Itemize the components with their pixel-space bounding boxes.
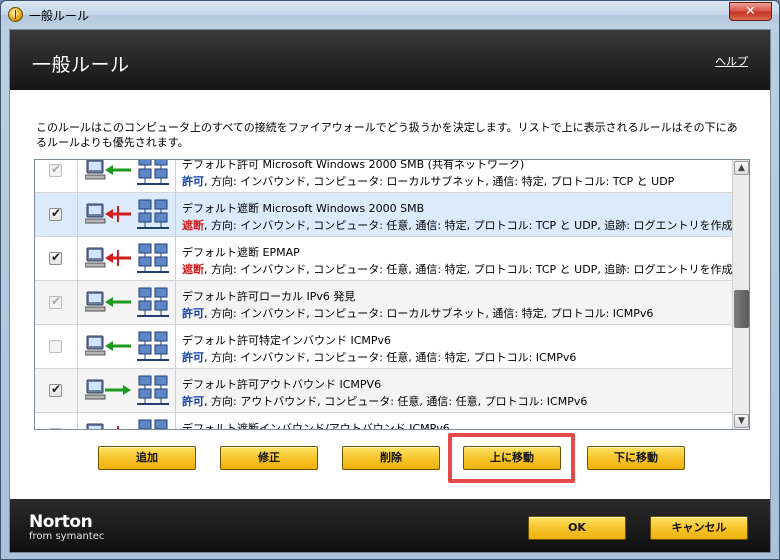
rule-enabled-checkbox[interactable] (49, 206, 62, 221)
network-direction-icon (84, 198, 171, 235)
rule-icon-cell (78, 281, 176, 325)
norton-logo: Norton (29, 512, 93, 532)
rule-detail: 遮断, 方向: インバウンド, コンピュータ: 任意, 通信: 特定, プロトコ… (182, 217, 733, 233)
rule-detail-text: , 方向: インバウンド, コンピュータ: 任意, 通信: 特定, プロトコル:… (204, 351, 577, 364)
rule-detail-text: , 方向: アウトバウンド, コンピュータ: 任意, 通信: 任意, プロトコル… (204, 395, 588, 408)
scroll-up-arrow-icon[interactable]: ▲ (734, 161, 749, 175)
rule-detail: 許可, 方向: インバウンド, コンピュータ: ローカルサブネット, 通信: 特… (182, 305, 653, 321)
rule-row[interactable]: デフォルト遮断 Microsoft Windows 2000 SMB 遮断, 方向… (35, 193, 733, 237)
rule-enabled-checkbox (49, 162, 62, 177)
move-up-button[interactable]: 上に移動 (463, 446, 561, 470)
rule-action: 許可 (182, 175, 204, 188)
rule-detail: 許可, 方向: アウトバウンド, コンピュータ: 任意, 通信: 任意, プロト… (182, 393, 587, 409)
window: 一般ルール ✕ 一般ルール ヘルプ このルールはこのコンピュータ上のすべての接続… (0, 0, 780, 560)
rule-detail-text: , 方向: インバウンド, コンピュータ: 任意, 通信: 特定, プロトコル:… (204, 219, 733, 232)
description-text: このルールはこのコンピュータ上のすべての接続をファイアウォールでどう扱うかを決定… (36, 121, 738, 149)
rule-name: デフォルト許可アウトバウンド ICMPV6 (182, 378, 382, 391)
dialog-footer: Norton from symantec OK キャンセル (10, 499, 770, 552)
rule-name: デフォルト許可 Microsoft Windows 2000 SMB (共有ネッ… (182, 159, 525, 171)
rule-icon-cell (78, 325, 176, 369)
network-direction-icon (84, 242, 171, 279)
rules-list[interactable]: デフォルト許可 Microsoft Windows 2000 SMB (共有ネッ… (34, 159, 750, 430)
rule-name: デフォルト許可ローカル IPv6 発見 (182, 290, 356, 303)
close-button[interactable]: ✕ (729, 2, 772, 21)
scroll-down-arrow-icon[interactable]: ▼ (734, 414, 749, 428)
delete-button[interactable]: 削除 (342, 446, 440, 470)
rule-enabled-checkbox (49, 340, 62, 353)
rule-enabled-checkbox (49, 426, 62, 429)
rules-list-scrollbar[interactable]: ▲ ▼ (732, 160, 749, 429)
rule-icon-cell (78, 237, 176, 281)
rule-row[interactable]: デフォルト許可ローカル IPv6 発見許可, 方向: インバウンド, コンピュー… (35, 281, 732, 325)
rules-list-rows: デフォルト許可 Microsoft Windows 2000 SMB (共有ネッ… (35, 159, 733, 430)
rule-checkbox-cell (35, 369, 78, 413)
network-direction-icon (84, 374, 171, 411)
rule-icon-cell (78, 160, 176, 193)
rule-name: デフォルト許可特定インバウンド ICMPv6 (182, 334, 392, 347)
page-title: 一般ルール (32, 54, 130, 76)
norton-globe-icon (8, 7, 23, 22)
network-direction-icon (84, 286, 171, 323)
rule-action: 遮断 (182, 263, 204, 276)
rule-name: デフォルト遮断 Microsoft Windows 2000 SMB (182, 202, 425, 215)
rule-detail-text: , 方向: インバウンド, コンピュータ: 任意, 通信: 特定, プロトコル:… (204, 263, 733, 276)
norton-logo-subtitle: from symantec (29, 531, 105, 542)
rule-icon-cell (78, 193, 176, 237)
rule-name: デフォルト遮断インバウンド/アウトバウンド ICMPv6 (182, 422, 450, 430)
rule-enabled-checkbox[interactable] (49, 382, 62, 397)
rule-checkbox-cell (35, 237, 78, 281)
rule-row[interactable]: デフォルト許可特定インバウンド ICMPv6 許可, 方向: インバウンド, コン… (35, 325, 732, 369)
rule-enabled-checkbox (49, 294, 62, 309)
dialog-client: 一般ルール ヘルプ このルールはこのコンピュータ上のすべての接続をファイアウォー… (9, 29, 771, 553)
rule-detail: 許可, 方向: インバウンド, コンピュータ: 任意, 通信: 特定, プロトコ… (182, 349, 576, 365)
rule-row[interactable]: デフォルト遮断 EPMAP 遮断, 方向: インバウンド, コンピュータ: 任意,… (35, 237, 733, 281)
rule-icon-cell (78, 369, 176, 413)
rule-action: 許可 (182, 395, 204, 408)
rule-icon-cell (78, 413, 176, 429)
rule-checkbox-cell (35, 193, 78, 237)
rule-detail: 遮断, 方向: インバウンド, コンピュータ: 任意, 通信: 特定, プロトコ… (182, 261, 733, 277)
help-link[interactable]: ヘルプ (715, 53, 748, 69)
rule-row[interactable]: デフォルト許可アウトバウンド ICMPV6 許可, 方向: アウトバウンド, コン… (35, 369, 732, 413)
network-direction-icon (84, 160, 171, 191)
rule-action: 許可 (182, 351, 204, 364)
add-button[interactable]: 追加 (98, 446, 196, 470)
rule-checkbox-cell (35, 160, 78, 193)
ok-button[interactable]: OK (528, 516, 626, 540)
rule-checkbox-cell (35, 325, 78, 369)
edit-button[interactable]: 修正 (220, 446, 318, 470)
network-direction-icon (84, 330, 171, 367)
rule-action: 遮断 (182, 219, 204, 232)
rule-checkbox-cell (35, 413, 78, 429)
rule-detail: 許可, 方向: インバウンド, コンピュータ: ローカルサブネット, 通信: 特… (182, 173, 674, 189)
rule-detail-text: , 方向: インバウンド, コンピュータ: ローカルサブネット, 通信: 特定,… (204, 307, 654, 320)
rule-row[interactable]: デフォルト許可 Microsoft Windows 2000 SMB (共有ネッ… (35, 159, 732, 193)
scrollbar-thumb[interactable] (734, 290, 749, 328)
cancel-button[interactable]: キャンセル (650, 516, 748, 540)
rule-detail-text: , 方向: インバウンド, コンピュータ: ローカルサブネット, 通信: 特定,… (204, 175, 675, 188)
move-down-button[interactable]: 下に移動 (587, 446, 685, 470)
window-title: 一般ルール (29, 9, 90, 23)
dialog-header: 一般ルール ヘルプ (10, 30, 770, 90)
rule-action: 許可 (182, 307, 204, 320)
title-bar[interactable]: 一般ルール ✕ (1, 1, 779, 29)
rule-enabled-checkbox[interactable] (49, 250, 62, 265)
rule-checkbox-cell (35, 281, 78, 325)
network-direction-icon (85, 418, 171, 429)
rule-row[interactable]: デフォルト遮断インバウンド/アウトバウンド ICMPv6遮断 (35, 413, 732, 430)
rule-name: デフォルト遮断 EPMAP (182, 246, 300, 259)
